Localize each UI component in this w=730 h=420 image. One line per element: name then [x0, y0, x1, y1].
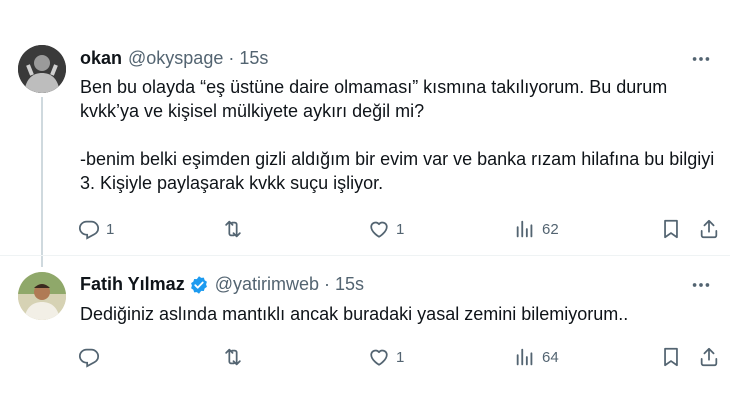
more-dots-icon[interactable] — [690, 48, 712, 70]
tweet-header: okan @okyspage · 15s — [80, 48, 268, 69]
views-chart-icon — [516, 348, 533, 366]
tweet-text: Dediğiniz aslında mantıklı ancak buradak… — [80, 302, 720, 326]
author-name[interactable]: okan — [80, 48, 122, 69]
more-dots-icon[interactable] — [690, 274, 712, 296]
views-button[interactable]: 64 — [514, 343, 559, 371]
view-count: 62 — [542, 220, 559, 238]
tweet-paragraph: Ben bu olayda “eş üstüne daire olmaması”… — [80, 77, 668, 121]
like-count: 1 — [396, 220, 405, 238]
tweet-paragraph: -benim belki eşimden gizli aldığım bir e… — [80, 149, 715, 193]
tweet-fatih[interactable]: Fatih Yılmaz @yatirimweb · 15s Dediğiniz… — [0, 255, 730, 415]
share-button[interactable] — [698, 343, 720, 371]
like-button[interactable]: 1 — [368, 343, 404, 371]
avatar[interactable] — [18, 45, 66, 93]
separator-dot: · — [324, 274, 330, 294]
verified-badge-icon — [189, 275, 209, 295]
share-button[interactable] — [698, 215, 720, 243]
retweet-button[interactable] — [222, 215, 250, 243]
retweet-icon — [225, 220, 241, 238]
like-button[interactable]: 1 — [368, 215, 404, 243]
view-count: 64 — [542, 348, 559, 366]
heart-icon — [370, 349, 388, 366]
action-bar: 1 64 — [78, 343, 722, 371]
tweet-header: Fatih Yılmaz @yatirimweb · 15s — [80, 274, 364, 295]
timestamp[interactable]: 15s — [335, 274, 364, 295]
author-handle[interactable]: @okyspage — [128, 48, 223, 69]
retweet-icon — [225, 348, 241, 366]
bookmark-icon — [664, 347, 678, 367]
share-icon — [700, 347, 718, 367]
tweet-paragraph: Dediğiniz aslında mantıklı ancak buradak… — [80, 304, 629, 324]
reply-button[interactable] — [78, 343, 106, 371]
avatar[interactable] — [18, 272, 66, 320]
share-icon — [700, 219, 718, 239]
reply-count: 1 — [106, 220, 115, 238]
tweet-text: Ben bu olayda “eş üstüne daire olmaması”… — [80, 75, 720, 195]
views-button[interactable]: 62 — [514, 215, 559, 243]
retweet-button[interactable] — [222, 343, 250, 371]
timestamp[interactable]: 15s — [239, 48, 268, 69]
bookmark-button[interactable] — [660, 343, 682, 371]
tweet-okan[interactable]: okan @okyspage · 15s Ben bu olayda “eş ü… — [0, 0, 730, 267]
author-name[interactable]: Fatih Yılmaz — [80, 274, 185, 295]
bookmark-icon — [664, 219, 678, 239]
like-count: 1 — [396, 348, 405, 366]
thread-line — [41, 97, 43, 267]
reply-button[interactable]: 1 — [78, 215, 114, 243]
action-bar: 1 1 62 — [78, 215, 722, 243]
reply-icon — [78, 220, 100, 240]
views-chart-icon — [516, 220, 533, 238]
bookmark-button[interactable] — [660, 215, 682, 243]
author-handle[interactable]: @yatirimweb — [215, 274, 319, 295]
reply-icon — [78, 348, 100, 368]
heart-icon — [370, 221, 388, 238]
separator-dot: · — [228, 48, 235, 68]
